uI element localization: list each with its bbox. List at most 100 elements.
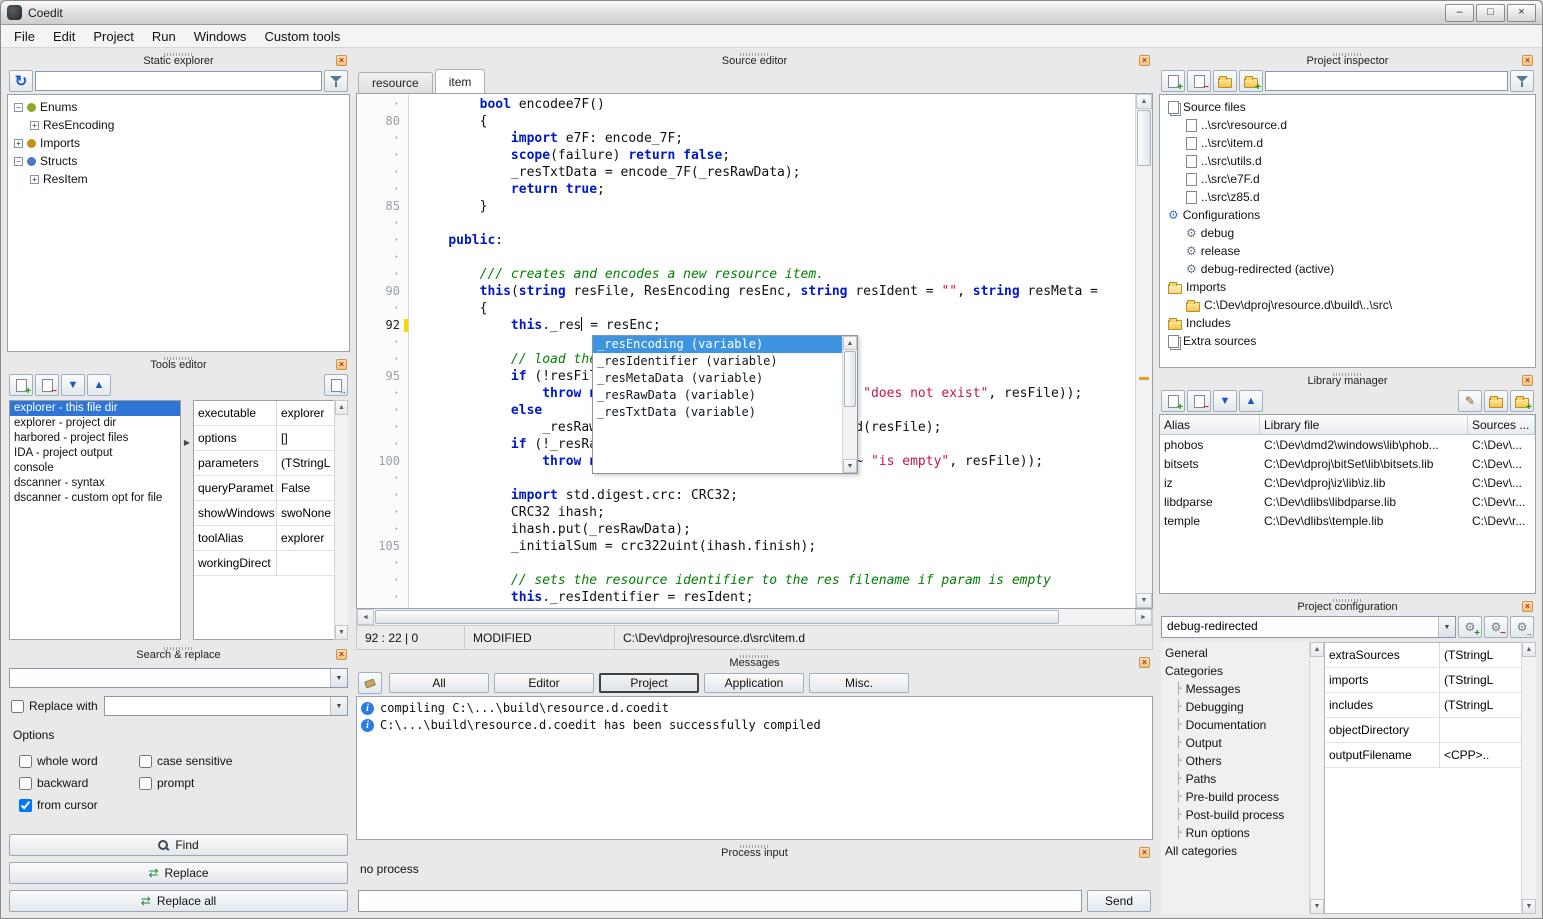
tab-item[interactable]: item xyxy=(435,69,486,93)
move-library-up-button[interactable]: ▲ xyxy=(1239,390,1263,412)
panel-grip[interactable] xyxy=(1333,599,1363,602)
refresh-button[interactable]: ↻ xyxy=(9,70,33,92)
property-value[interactable]: explorer xyxy=(277,406,334,420)
panel-grip[interactable] xyxy=(1333,53,1363,56)
panel-grip[interactable] xyxy=(164,647,194,650)
category-item[interactable]: All categories xyxy=(1161,842,1309,860)
scroll-down-icon[interactable]: ▼ xyxy=(843,459,857,473)
minimize-button[interactable]: – xyxy=(1445,4,1474,22)
tree-item[interactable]: ⚙Configurations xyxy=(1160,206,1535,224)
expand-icon[interactable]: + xyxy=(14,139,23,148)
category-item[interactable]: ├Messages xyxy=(1161,680,1309,698)
chevron-down-icon[interactable]: ▼ xyxy=(330,697,347,715)
code-line[interactable] xyxy=(417,249,1135,266)
column-header-2[interactable]: Library file xyxy=(1260,415,1468,434)
category-item[interactable]: General xyxy=(1161,644,1309,662)
scrollbar-thumb[interactable] xyxy=(375,610,1059,624)
scroll-up-icon[interactable]: ▲ xyxy=(1522,642,1536,657)
expand-icon[interactable]: + xyxy=(30,175,39,184)
tool-list-item[interactable]: explorer - this file dir xyxy=(10,401,180,416)
tools-editor-header[interactable]: Tools editor × xyxy=(7,356,350,372)
code-line[interactable]: import std.digest.crc: CRC32; xyxy=(417,487,1135,504)
tree-item[interactable]: ⚙debug-redirected (active) xyxy=(1160,260,1535,278)
tree-item[interactable]: ..\src\resource.d xyxy=(1160,116,1535,134)
scroll-down-icon[interactable]: ▼ xyxy=(1136,593,1152,608)
inspector-filter-input[interactable] xyxy=(1265,71,1508,91)
scroll-down-icon[interactable]: ▼ xyxy=(1310,899,1324,914)
source-editor-header[interactable]: Source editor × xyxy=(356,52,1153,68)
property-value[interactable]: explorer xyxy=(277,531,334,545)
category-item[interactable]: ├Pre-build process xyxy=(1161,788,1309,806)
tree-item[interactable]: +ResEncoding xyxy=(8,116,349,134)
search-term-combobox[interactable]: ▼ xyxy=(9,668,348,688)
code-line[interactable]: { xyxy=(417,300,1135,317)
remove-tool-button[interactable] xyxy=(35,374,59,396)
panel-grip[interactable] xyxy=(740,655,770,658)
tools-grid-scrollbar[interactable]: ▲ ▼ xyxy=(334,400,348,640)
title-bar[interactable]: Coedit – □ × xyxy=(1,1,1542,25)
table-row[interactable]: bitsetsC:\Dev\dproj\bitSet\lib\bitsets.l… xyxy=(1160,454,1535,473)
project-inspector-header[interactable]: Project inspector × xyxy=(1159,52,1536,68)
filter-button-all[interactable]: All xyxy=(389,673,489,693)
add-folder-button[interactable] xyxy=(1213,70,1237,92)
completion-item[interactable]: _resTxtData (variable) xyxy=(593,404,842,421)
tree-item[interactable]: ..\src\utils.d xyxy=(1160,152,1535,170)
maximize-button[interactable]: □ xyxy=(1476,4,1505,22)
scrollbar-thumb[interactable] xyxy=(1137,110,1151,166)
property-row[interactable]: executableexplorer xyxy=(194,401,334,426)
table-row[interactable]: izC:\Dev\dproj\iz\lib\iz.libC:\Dev\... xyxy=(1160,473,1535,492)
tree-item[interactable]: ..\src\item.d xyxy=(1160,134,1535,152)
close-icon[interactable]: × xyxy=(336,359,347,370)
close-icon[interactable]: × xyxy=(336,649,347,660)
remove-library-button[interactable] xyxy=(1187,390,1211,412)
tool-list-item[interactable]: IDA - project output xyxy=(10,446,180,461)
completion-item[interactable]: _resIdentifier (variable) xyxy=(593,353,842,370)
completion-item[interactable]: _resEncoding (variable) xyxy=(593,336,842,353)
code-line[interactable]: /// creates and encodes a new resource i… xyxy=(417,266,1135,283)
code-line[interactable]: this(string resFile, ResEncoding resEnc,… xyxy=(417,283,1135,300)
panel-grip[interactable] xyxy=(164,53,194,56)
move-library-down-button[interactable]: ▼ xyxy=(1213,390,1237,412)
category-item[interactable]: ├Documentation xyxy=(1161,716,1309,734)
code-line[interactable]: } xyxy=(417,198,1135,215)
tree-item[interactable]: Source files xyxy=(1160,98,1535,116)
option-case-sensitive[interactable]: case sensitive xyxy=(139,754,350,768)
completion-item[interactable]: _resMetaData (variable) xyxy=(593,370,842,387)
symbol-filter-input[interactable] xyxy=(35,71,322,91)
process-input-header[interactable]: Process input × xyxy=(356,844,1153,860)
configuration-grid-scrollbar[interactable]: ▲ ▼ xyxy=(1521,642,1536,914)
property-value[interactable]: [] xyxy=(277,431,334,445)
scroll-up-icon[interactable]: ▲ xyxy=(1136,94,1152,109)
menu-item-file[interactable]: File xyxy=(5,26,44,47)
collapse-icon[interactable]: − xyxy=(14,157,23,166)
property-value[interactable]: <CPP>.. xyxy=(1440,748,1521,762)
property-row[interactable]: toolAliasexplorer xyxy=(194,526,334,551)
property-row[interactable]: parameters(TStringL xyxy=(194,451,334,476)
table-row[interactable]: phobosC:\Dev\dmd2\windows\lib\phob...C:\… xyxy=(1160,435,1535,454)
send-button[interactable]: Send xyxy=(1087,890,1151,912)
menu-item-run[interactable]: Run xyxy=(143,26,185,47)
checkbox-input[interactable] xyxy=(139,777,152,790)
close-icon[interactable]: × xyxy=(1139,55,1150,66)
find-button[interactable]: Find xyxy=(9,834,348,856)
chevron-down-icon[interactable]: ▼ xyxy=(1438,617,1455,637)
code-line[interactable]: { xyxy=(417,113,1135,130)
tree-item[interactable]: Imports xyxy=(1160,278,1535,296)
property-row[interactable]: options[] xyxy=(194,426,334,451)
expand-icon[interactable]: + xyxy=(30,121,39,130)
option-whole-word[interactable]: whole word xyxy=(19,754,139,768)
category-item[interactable]: ├Others xyxy=(1161,752,1309,770)
code-line[interactable]: bool encodee7F() xyxy=(417,96,1135,113)
run-tool-button[interactable] xyxy=(324,374,348,396)
panel-grip[interactable] xyxy=(1333,373,1363,376)
option-backward[interactable]: backward xyxy=(19,776,139,790)
categories-scrollbar[interactable]: ▲ ▼ xyxy=(1309,642,1324,914)
category-item[interactable]: Categories xyxy=(1161,662,1309,680)
code-line[interactable]: import e7F: encode_7F; xyxy=(417,130,1135,147)
property-row[interactable]: queryParametFalse xyxy=(194,476,334,501)
property-value[interactable]: (TStringL xyxy=(1440,673,1521,687)
library-manager-header[interactable]: Library manager × xyxy=(1159,372,1536,388)
collapse-icon[interactable]: − xyxy=(14,103,23,112)
property-value[interactable]: False xyxy=(277,481,334,495)
close-button[interactable]: × xyxy=(1507,4,1536,22)
